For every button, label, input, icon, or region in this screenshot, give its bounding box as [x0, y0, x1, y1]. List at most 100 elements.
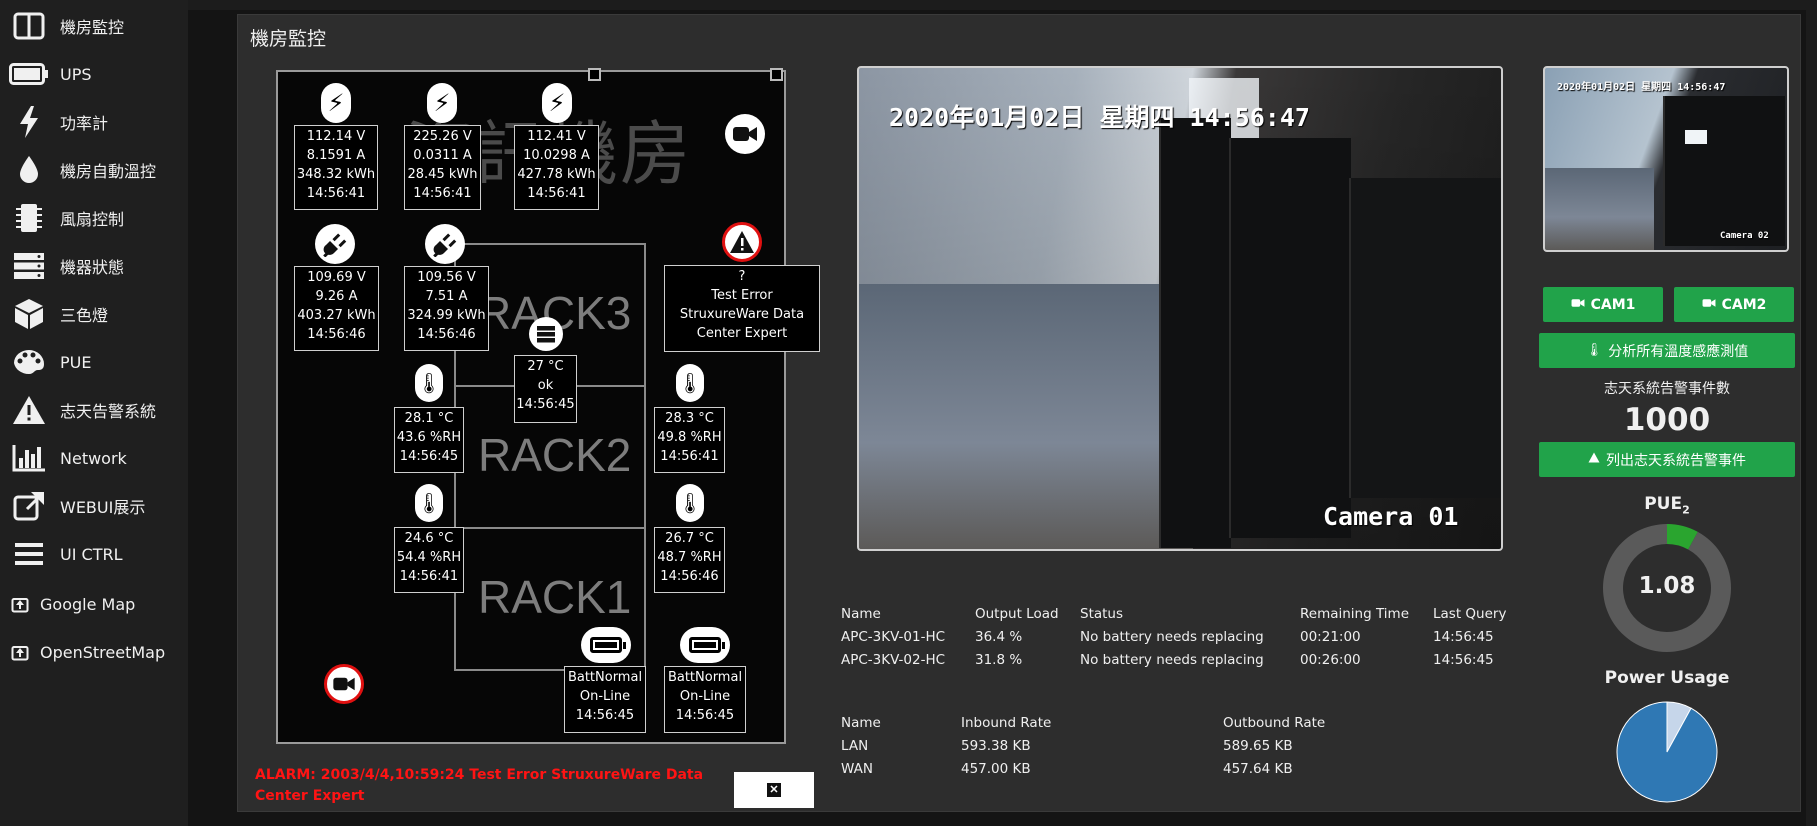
- sidebar-item-ui-ctrl[interactable]: UI CTRL: [8, 534, 183, 574]
- thermometer-icon[interactable]: 🌡: [676, 484, 704, 522]
- sidebar-item-auto-temp[interactable]: 機房自動溫控: [8, 150, 183, 190]
- sidebar-item-ups[interactable]: UPS: [8, 54, 183, 94]
- camera-timestamp: 2020年01月02日 星期四 14:56:47: [889, 103, 1310, 132]
- camera-scene-floor: [859, 284, 1193, 549]
- alert-line: Test Error: [711, 288, 773, 303]
- power-usage-pie-chart: [1616, 701, 1718, 803]
- video-camera-icon[interactable]: [324, 664, 364, 704]
- voltage-value: 109.56 V: [417, 270, 476, 285]
- sidebar-item-machine-status[interactable]: 機器狀態: [8, 246, 183, 286]
- timestamp: 14:56:45: [516, 397, 575, 412]
- resize-handle[interactable]: [588, 68, 601, 81]
- timestamp: 14:56:45: [575, 708, 635, 723]
- sidebar-item-pue[interactable]: PUE: [8, 342, 183, 382]
- current-value: 9.26 A: [315, 289, 358, 304]
- battery-icon[interactable]: [680, 627, 730, 663]
- sidebar-item-zhitian-alarm[interactable]: 志天告警系統: [8, 390, 183, 430]
- table-header: Status: [1080, 606, 1124, 622]
- ups-mode: On-Line: [679, 689, 731, 704]
- analyze-temperature-button[interactable]: 🌡 分析所有溫度感應測值: [1539, 333, 1795, 368]
- video-camera-icon: [1571, 297, 1585, 312]
- timestamp: 14:56:46: [660, 569, 719, 584]
- energy-value: 427.78 kWh: [517, 167, 596, 182]
- warning-icon[interactable]: [722, 222, 762, 262]
- plug-icon[interactable]: [315, 224, 355, 264]
- sidebar-item-label: Google Map: [40, 594, 136, 614]
- dismiss-alarm-button[interactable]: ✕: [734, 772, 814, 808]
- sign-in-icon: [8, 634, 32, 670]
- thermometer-icon[interactable]: 🌡: [415, 364, 443, 402]
- sidebar-item-fan-control[interactable]: 風扇控制: [8, 198, 183, 238]
- energy-value: 348.32 kWh: [296, 167, 376, 182]
- plug-icon[interactable]: [425, 224, 465, 264]
- table-cell: WAN: [841, 761, 873, 777]
- camera-scene-rack: [1663, 96, 1785, 246]
- sidebar-item-room-monitor[interactable]: 機房監控: [8, 6, 183, 46]
- battery-icon[interactable]: [581, 627, 631, 663]
- battery-icon: [8, 56, 50, 92]
- table-header: Name: [841, 715, 881, 731]
- alert-line: Center Expert: [696, 326, 788, 341]
- camera-side-feed[interactable]: 2020年01月02日 星期四 14:56:47 Camera 02: [1543, 66, 1789, 252]
- humidity-value: 48.7 %RH: [657, 550, 722, 565]
- table-cell: 31.8 %: [975, 652, 1023, 668]
- sidebar-item-label: 機房監控: [60, 18, 125, 37]
- table-cell: 593.38 KB: [961, 738, 1031, 754]
- list-alarms-button[interactable]: 列出志天系統告警事件: [1539, 442, 1795, 477]
- camera-main-feed[interactable]: 2020年01月02日 星期四 14:56:47 Camera 01: [857, 66, 1503, 551]
- sidebar-item-power-meter[interactable]: 功率計: [8, 102, 183, 142]
- tint-icon: [8, 152, 50, 188]
- cam1-button[interactable]: CAM1: [1543, 287, 1663, 322]
- thermometer-icon[interactable]: 🌡: [676, 364, 704, 402]
- close-icon: ✕: [767, 783, 781, 797]
- sidebar-item-label: PUE: [60, 352, 92, 372]
- table-cell: 457.00 KB: [961, 761, 1031, 777]
- current-value: 7.51 A: [425, 289, 468, 304]
- current-value: 8.1591 A: [306, 148, 366, 163]
- sidebar-item-tri-color-light[interactable]: 三色燈: [8, 294, 183, 334]
- sensor-box: 28.3 °C 49.8 %RH 14:56:41: [654, 407, 725, 473]
- bolt-icon[interactable]: ⚡: [427, 83, 457, 123]
- sidebar-item-label: WEBUI展示: [60, 498, 146, 517]
- table-header: Name: [841, 606, 881, 622]
- video-camera-icon: [1702, 297, 1716, 312]
- power-usage-title: Power Usage: [1604, 668, 1730, 688]
- voltage-value: 112.14 V: [306, 129, 366, 144]
- table-cell: APC-3KV-01-HC: [841, 629, 946, 645]
- warning-icon: [1588, 452, 1600, 467]
- power-meter-box: 112.14 V 8.1591 A 348.32 kWh 14:56:41: [294, 125, 378, 210]
- sidebar-item-webui-demo[interactable]: WEBUI展示: [8, 486, 183, 526]
- sidebar-item-openstreetmap[interactable]: OpenStreetMap: [8, 632, 183, 672]
- pue-title: PUE2: [1539, 494, 1795, 516]
- humidity-value: 43.6 %RH: [396, 430, 462, 445]
- resize-handle[interactable]: [770, 68, 783, 81]
- timestamp: 14:56:41: [413, 186, 472, 201]
- rack-1-label: RACK1: [478, 571, 632, 623]
- sidebar-item-google-map[interactable]: Google Map: [8, 584, 183, 624]
- bolt-icon[interactable]: ⚡: [321, 83, 351, 123]
- alert-code: ?: [738, 269, 746, 284]
- table-header: Inbound Rate: [961, 715, 1052, 731]
- cam2-button[interactable]: CAM2: [1674, 287, 1794, 322]
- sensor-box: 28.1 °C 43.6 %RH 14:56:45: [394, 407, 464, 473]
- bolt-icon[interactable]: ⚡: [542, 83, 572, 123]
- sign-in-icon: [8, 586, 32, 622]
- camera-scene-rack: [1349, 178, 1501, 498]
- camera-scene-rack: [1159, 118, 1231, 548]
- sidebar-item-label: 機房自動溫控: [60, 162, 157, 181]
- sensor-box: 26.7 °C 48.7 %RH 14:56:46: [654, 527, 725, 593]
- chart-bar-icon: [8, 440, 50, 476]
- server-icon[interactable]: [529, 317, 563, 351]
- timestamp: 14:56:41: [399, 569, 459, 584]
- list-alarms-label: 列出志天系統告警事件: [1606, 452, 1746, 469]
- cube-icon: [8, 296, 50, 332]
- current-value: 0.0311 A: [413, 148, 472, 163]
- sidebar-item-network[interactable]: Network: [8, 438, 183, 478]
- sensor-box: 24.6 °C 54.4 %RH 14:56:41: [394, 527, 464, 593]
- thermometer-icon[interactable]: 🌡: [415, 484, 443, 522]
- battery-status: BattNormal: [667, 670, 743, 685]
- video-camera-icon[interactable]: [725, 114, 765, 154]
- sidebar-item-label: Network: [60, 448, 127, 468]
- microchip-icon: [8, 200, 50, 236]
- columns-icon: [8, 8, 50, 44]
